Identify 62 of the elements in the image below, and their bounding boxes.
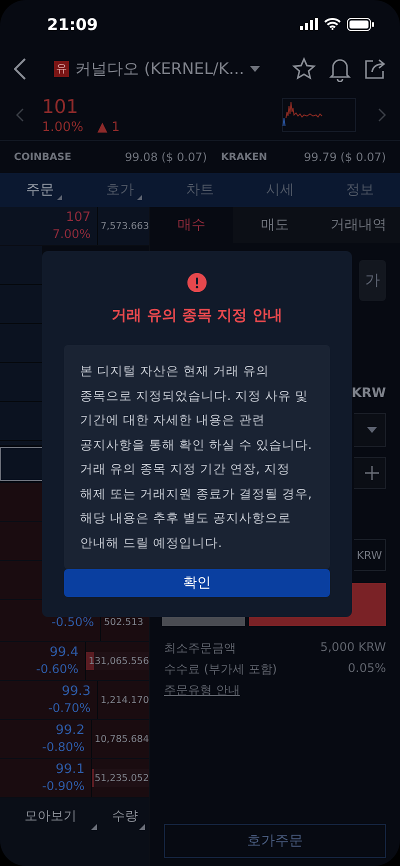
- corner-triangle-icon: [139, 824, 145, 830]
- info-value: 0.05%: [348, 661, 386, 677]
- change-rate: 1.00%: [42, 120, 84, 134]
- tab[interactable]: 차트: [160, 173, 240, 207]
- price-dropdown[interactable]: [354, 413, 386, 447]
- tab[interactable]: 시세: [240, 173, 320, 207]
- current-price: 101: [42, 96, 80, 118]
- change-amount: ▲ 1: [97, 120, 120, 134]
- order-volume: 1,214.170: [100, 694, 149, 706]
- confirm-button[interactable]: 확인: [64, 569, 330, 597]
- order-tab[interactable]: 거래내역: [316, 207, 400, 243]
- corner-triangle-icon: [91, 824, 97, 830]
- star-icon[interactable]: [292, 57, 316, 81]
- info-value: 5,000 KRW: [320, 640, 386, 656]
- caret-icon: [367, 427, 377, 433]
- order-change: -0.70%: [48, 700, 91, 716]
- currency-label: KRW: [352, 386, 386, 401]
- order-price: 107: [66, 210, 91, 226]
- price-chip[interactable]: 가: [359, 260, 386, 301]
- signal-icon: [300, 18, 318, 30]
- quantity-stepper[interactable]: [354, 457, 386, 489]
- order-price: 99.1: [56, 762, 85, 778]
- dialog-title: 거래 유의 종목 지정 안내: [112, 306, 282, 326]
- order-volume: 51,235.052: [94, 772, 149, 784]
- order-price: 99.4: [50, 645, 79, 661]
- order-price: 99.3: [62, 684, 91, 700]
- share-icon[interactable]: [364, 58, 386, 80]
- order-change: 7.00%: [52, 226, 91, 242]
- exchange-name: COINBASE: [14, 152, 72, 162]
- tab[interactable]: 호가: [80, 173, 160, 207]
- order-type-link[interactable]: 주문유형 안내: [150, 682, 386, 699]
- quote-order-button[interactable]: 호가주문: [164, 824, 386, 858]
- wifi-icon: [324, 18, 341, 30]
- order-change: -0.50%: [52, 614, 94, 630]
- order-change: -0.60%: [36, 661, 79, 677]
- order-volume: 131,065.556: [88, 656, 149, 666]
- info-label: 수수료 (부가세 포함): [164, 661, 277, 678]
- order-volume: 502.513: [104, 616, 144, 628]
- dropdown-button[interactable]: 수량: [101, 798, 149, 834]
- exchange-name: KRAKEN: [220, 152, 268, 162]
- exchange-price: 99.79 ($ 0.07): [302, 150, 386, 164]
- warning-badge: 유: [54, 61, 69, 77]
- info-label: 최소주문금액: [164, 640, 236, 657]
- exchange-price: 99.08 ($ 0.07): [124, 150, 207, 164]
- tab[interactable]: 주문: [0, 173, 80, 207]
- status-time: 21:09: [47, 14, 98, 34]
- dropdown-button[interactable]: 모아보기: [0, 798, 101, 834]
- order-change: -0.90%: [42, 778, 85, 794]
- bell-icon[interactable]: [328, 56, 352, 82]
- total-field[interactable]: KRW: [354, 539, 386, 571]
- coin-title[interactable]: 커널다오 (KERNEL/K...: [75, 58, 244, 80]
- dialog-message: 본 디지털 자산은 현재 거래 유의 종목으로 지정되었습니다. 지정 사유 및 기간에 대한 자세한 내용은 관련 공지사항을 통해 확인 하실 수 있습니다. 거래 유의 종목 지정 기간 연장, 지정 해제 또는 거래지원 종료가 결정될 경우, 해당 내용은 추후 별도 공지사항으로 안내해 드릴 예정입니다.: [80, 362, 313, 552]
- tab[interactable]: 정보: [320, 173, 400, 207]
- order-volume: 7,573.663: [100, 220, 149, 232]
- caret-icon[interactable]: [250, 66, 260, 72]
- battery-icon: [347, 18, 374, 30]
- order-volume: 10,785.684: [94, 734, 149, 744]
- plus-icon[interactable]: [365, 466, 379, 480]
- order-price: 99.2: [56, 723, 85, 739]
- back-icon[interactable]: [14, 58, 26, 80]
- order-change: -0.80%: [42, 739, 85, 755]
- order-tab[interactable]: 매도: [233, 207, 317, 243]
